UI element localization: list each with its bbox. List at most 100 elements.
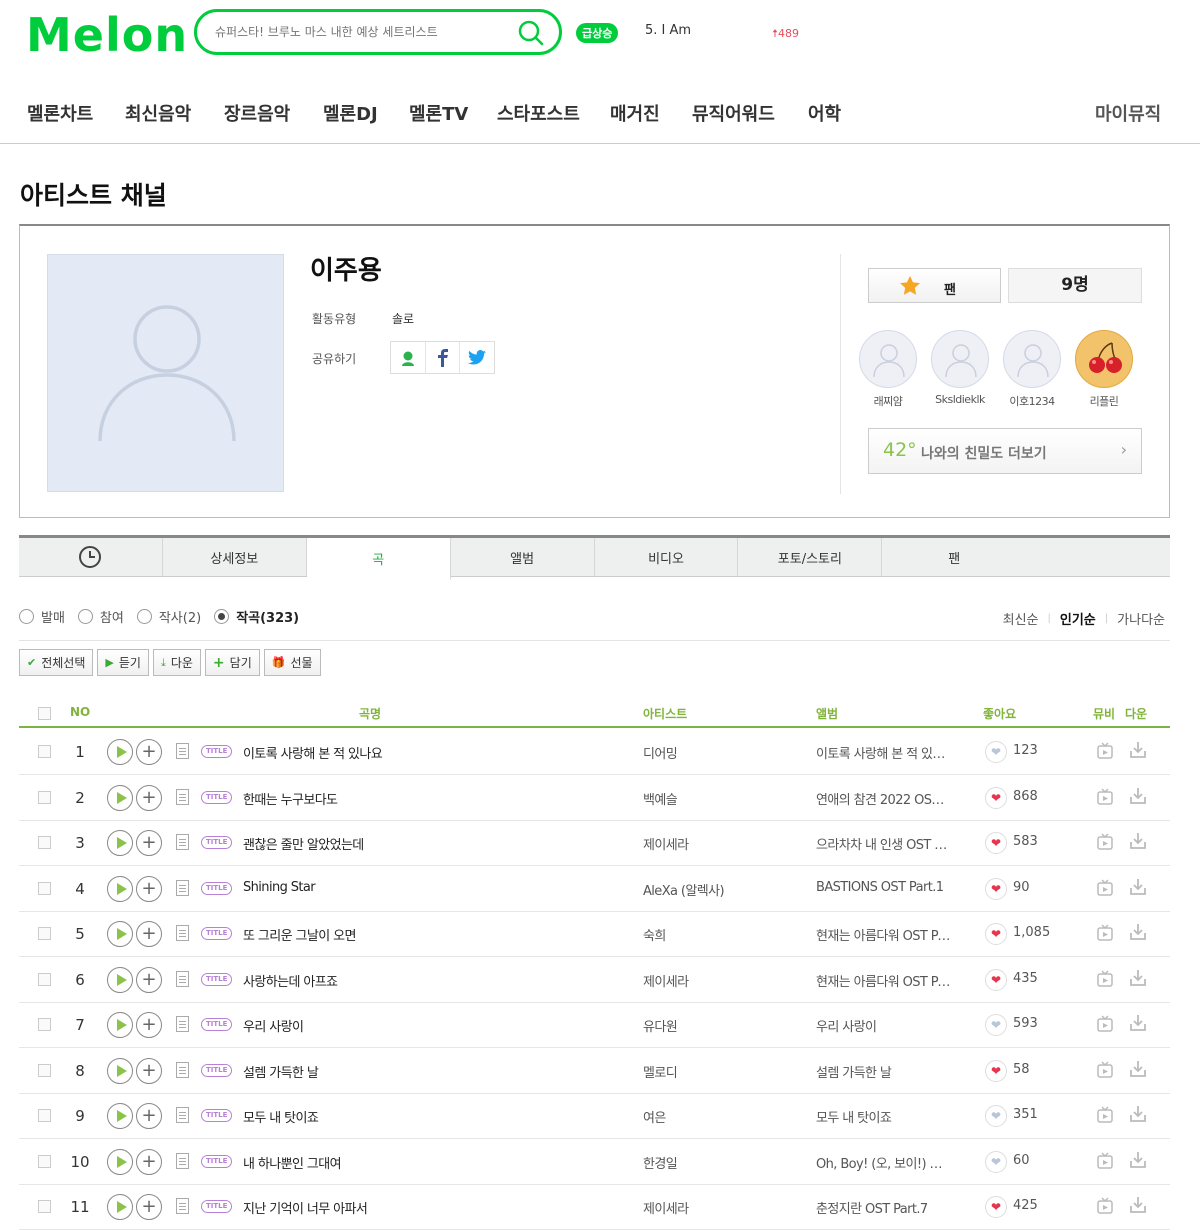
song-artist[interactable]: 한경일 <box>643 1153 678 1172</box>
row-checkbox[interactable] <box>38 836 51 849</box>
music-video-icon[interactable] <box>1097 742 1113 760</box>
play-button[interactable] <box>107 1148 133 1175</box>
download-icon[interactable] <box>1129 741 1147 759</box>
song-info-icon[interactable] <box>176 970 189 987</box>
song-title[interactable]: 모두 내 탓이죠 <box>243 1107 319 1126</box>
music-video-icon[interactable] <box>1097 1197 1113 1215</box>
song-album[interactable]: 으라차차 내 인생 OST Par… <box>816 834 951 853</box>
nav-melon-tv[interactable]: 멜론TV <box>409 100 468 126</box>
add-button[interactable]: + <box>136 1057 162 1084</box>
row-checkbox[interactable] <box>38 1063 51 1077</box>
tab-songs[interactable]: 곡 <box>306 538 451 580</box>
download-icon[interactable] <box>1129 832 1147 850</box>
play-button[interactable] <box>107 1057 133 1084</box>
song-info-icon[interactable] <box>176 1016 189 1032</box>
music-video-icon[interactable] <box>1097 787 1113 806</box>
row-checkbox[interactable] <box>38 1154 51 1168</box>
play-button[interactable] <box>107 1103 133 1129</box>
play-button[interactable] <box>107 784 133 811</box>
add-button[interactable]: + <box>136 1194 162 1220</box>
search-icon[interactable] <box>517 19 545 47</box>
song-album[interactable]: 춘정지란 OST Part.7 <box>816 1198 951 1217</box>
row-checkbox[interactable] <box>38 1109 51 1122</box>
share-melon-friend-button[interactable] <box>391 342 426 373</box>
heart-icon[interactable]: ❤ <box>985 1196 1007 1218</box>
nav-new-music[interactable]: 최신음악 <box>125 100 191 126</box>
share-twitter-button[interactable] <box>460 342 494 373</box>
download-icon[interactable] <box>1129 787 1147 805</box>
add-button[interactable]: + <box>136 784 162 811</box>
tab-fans[interactable]: 팬 <box>882 538 1026 576</box>
row-checkbox[interactable] <box>38 881 51 895</box>
radio-button[interactable] <box>136 609 152 624</box>
download-button[interactable]: ⤓ 다운 <box>152 649 201 676</box>
song-info-icon[interactable] <box>176 925 189 941</box>
song-title[interactable]: 이토록 사랑해 본 적 있나요 <box>243 743 383 762</box>
nav-melon-dj[interactable]: 멜론DJ <box>323 100 378 126</box>
listen-button[interactable]: ▶ 듣기 <box>97 649 149 676</box>
song-artist[interactable]: AleXa (알렉사) <box>643 880 725 899</box>
song-album[interactable]: 현재는 아름다워 OST Part.7 <box>816 925 951 944</box>
song-info-icon[interactable] <box>176 1198 189 1214</box>
row-checkbox[interactable] <box>38 927 51 940</box>
song-title[interactable]: 한때는 누구보다도 <box>243 789 338 808</box>
song-info-icon[interactable] <box>176 1152 189 1169</box>
fan-item[interactable]: 이호1234 <box>1002 330 1062 409</box>
song-artist[interactable]: 제이세라 <box>643 1198 689 1217</box>
add-button[interactable]: + <box>136 830 162 856</box>
music-video-icon[interactable] <box>1097 924 1113 942</box>
sort-alphabetical[interactable]: 가나다순 <box>1117 609 1165 628</box>
song-info-icon[interactable] <box>176 1061 189 1078</box>
tab-videos[interactable]: 비디오 <box>595 538 739 576</box>
row-checkbox[interactable] <box>38 972 51 986</box>
play-button[interactable] <box>107 875 133 902</box>
become-fan-button[interactable]: 팬 <box>868 268 1001 303</box>
song-artist[interactable]: 여은 <box>643 1107 666 1126</box>
gift-button[interactable]: 🎁 선물 <box>263 649 321 676</box>
song-title[interactable]: 또 그리운 그날이 오면 <box>243 925 356 944</box>
play-button[interactable] <box>107 830 133 856</box>
heart-icon[interactable]: ❤ <box>985 923 1007 945</box>
select-all-button[interactable]: ✔ 전체선택 <box>19 649 94 676</box>
music-video-icon[interactable] <box>1097 1015 1113 1033</box>
fan-item[interactable]: 래찌얌 <box>858 330 918 409</box>
music-video-icon[interactable] <box>1097 1151 1113 1170</box>
song-artist[interactable]: 유다원 <box>643 1016 678 1035</box>
fan-item[interactable]: Sksldieklk <box>930 330 990 406</box>
song-title[interactable]: 내 하나뿐인 그대여 <box>243 1153 342 1172</box>
download-icon[interactable] <box>1129 923 1147 941</box>
add-button[interactable]: + <box>136 739 162 765</box>
song-artist[interactable]: 제이세라 <box>643 834 689 853</box>
song-album[interactable]: 우리 사랑이 <box>816 1016 951 1035</box>
download-icon[interactable] <box>1129 878 1147 896</box>
heart-icon[interactable]: ❤ <box>985 1059 1007 1082</box>
add-button[interactable]: + <box>136 875 162 902</box>
add-button[interactable]: + <box>136 921 162 947</box>
song-info-icon[interactable] <box>176 743 189 759</box>
row-checkbox[interactable] <box>38 790 51 804</box>
song-album[interactable]: 설렘 가득한 날 <box>816 1062 951 1081</box>
song-album[interactable]: 모두 내 탓이죠 <box>816 1107 951 1126</box>
download-icon[interactable] <box>1129 1060 1147 1078</box>
song-title[interactable]: 사랑하는데 아프죠 <box>243 971 338 990</box>
play-button[interactable] <box>107 921 133 947</box>
add-to-playlist-button[interactable]: + 담기 <box>204 649 260 676</box>
heart-icon[interactable]: ❤ <box>985 741 1007 763</box>
filter-lyrics[interactable]: 작사(2) <box>136 607 201 626</box>
song-title[interactable]: 설렘 가득한 날 <box>243 1062 319 1081</box>
play-button[interactable] <box>107 1012 133 1038</box>
nav-music-award[interactable]: 뮤직어워드 <box>692 100 775 126</box>
download-icon[interactable] <box>1129 969 1147 987</box>
nav-genre-music[interactable]: 장르음악 <box>224 100 290 126</box>
song-info-icon[interactable] <box>176 834 189 850</box>
play-button[interactable] <box>107 739 133 765</box>
radio-button-selected[interactable] <box>214 609 230 624</box>
row-checkbox[interactable] <box>38 745 51 758</box>
filter-participate[interactable]: 참여 <box>77 607 124 626</box>
add-button[interactable]: + <box>136 1012 162 1038</box>
song-title[interactable]: 우리 사랑이 <box>243 1016 304 1035</box>
select-all-checkbox[interactable] <box>38 707 51 720</box>
melon-logo[interactable]: Melon <box>26 8 188 62</box>
song-album[interactable]: BASTIONS OST Part.1 <box>816 880 951 895</box>
tab-detail[interactable]: 상세정보 <box>163 538 307 576</box>
